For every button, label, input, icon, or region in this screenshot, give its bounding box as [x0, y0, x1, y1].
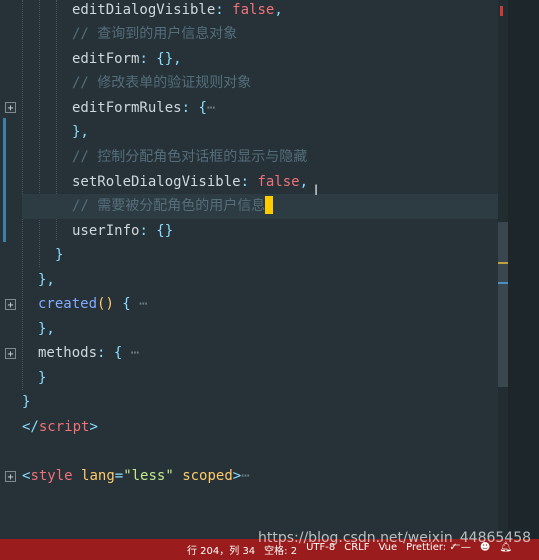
minimap-pane[interactable] [508, 0, 539, 539]
gutter [0, 0, 22, 539]
code-line: userInfo: {} [72, 223, 174, 239]
scrollbar-marker [498, 282, 508, 284]
code-line: editDialogVisible: false, [72, 2, 283, 18]
code-line: } [22, 394, 31, 410]
code-editor[interactable]: + + + + editDialogVisible: false, // 查询到… [0, 0, 539, 539]
scrollbar-thumb[interactable] [498, 222, 508, 387]
code-line: setRoleDialogVisible: false, [72, 174, 309, 190]
fold-icon[interactable]: + [5, 348, 16, 360]
code-line: }, [38, 272, 55, 288]
mouse-ibeam-icon: I [314, 183, 319, 199]
code-line: editForm: {}, [72, 51, 182, 67]
code-line-current: // 需要被分配角色的用户信息 [22, 194, 274, 219]
code-line: } [38, 370, 47, 386]
code-line: </script> [22, 419, 98, 435]
modified-indicator [3, 118, 6, 242]
cursor-position[interactable]: 行 204，列 34 [187, 542, 255, 557]
code-line: // 查询到的用户信息对象 [72, 26, 238, 42]
code-line: }, [38, 321, 55, 337]
code-line: }, [72, 124, 89, 140]
watermark: https://blog.csdn.net/weixin_44865458 [258, 530, 532, 546]
text-cursor [265, 195, 274, 214]
scrollbar-marker [498, 262, 508, 264]
code-line: <style lang="less" scoped>⋯ [22, 468, 250, 484]
code-line: editFormRules: {⋯ [72, 100, 216, 116]
code-line: created() { ⋯ [38, 296, 148, 312]
code-line: methods: { ⋯ [38, 345, 140, 361]
code-line: // 修改表单的验证规则对象 [72, 75, 252, 91]
code-line: // 控制分配角色对话框的显示与隐藏 [72, 149, 308, 165]
fold-icon[interactable]: + [5, 102, 16, 114]
fold-icon[interactable]: + [5, 299, 16, 311]
overview-ruler-marker [500, 6, 503, 16]
code-line: } [55, 247, 64, 263]
fold-icon[interactable]: + [5, 471, 16, 483]
